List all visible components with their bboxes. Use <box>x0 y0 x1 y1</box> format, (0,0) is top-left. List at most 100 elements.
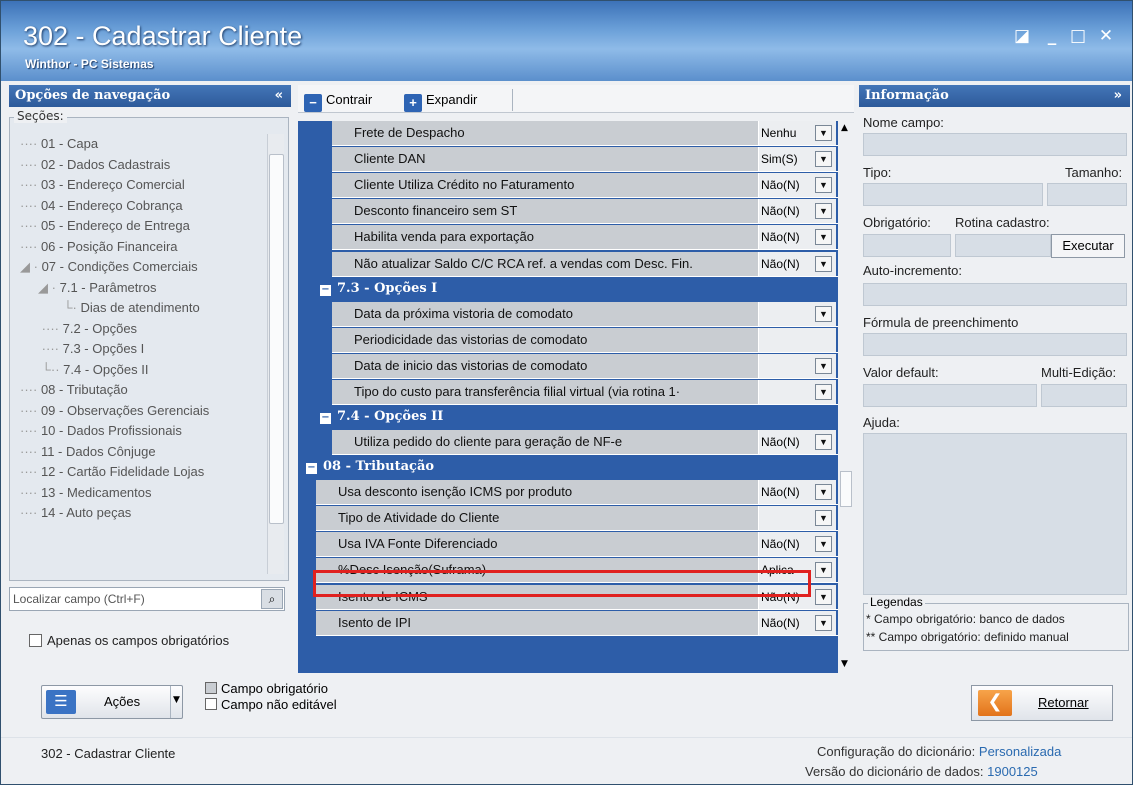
grid-row[interactable]: Tipo de Atividade do Cliente ▼ <box>298 506 838 532</box>
tree-item[interactable]: ···· 01 - Capa <box>20 134 268 155</box>
dropdown-arrow-icon[interactable]: ▼ <box>815 434 832 450</box>
section-header[interactable]: −7.4 - Opções II <box>298 406 838 428</box>
collapse-section-icon[interactable]: − <box>306 463 317 475</box>
checkbox-box[interactable] <box>29 634 42 647</box>
dropdown-arrow-icon[interactable]: ▼ <box>815 510 832 527</box>
row-value[interactable]: Não(N) ▼ <box>758 610 836 635</box>
actions-dropdown-icon[interactable]: ▼ <box>170 686 182 718</box>
grid-row[interactable]: Habilita venda para exportação Não(N) ▼ <box>298 225 838 251</box>
tree-item[interactable]: ···· 7.3 - Opções I <box>20 339 268 360</box>
collapse-section-icon[interactable]: − <box>320 284 331 296</box>
scroll-up-icon[interactable]: ▲ <box>841 123 848 133</box>
dropdown-arrow-icon[interactable]: ▼ <box>815 177 832 194</box>
grid-row[interactable]: Desconto financeiro sem ST Não(N) ▼ <box>298 199 838 225</box>
expand-info-icon[interactable]: » <box>1114 85 1122 107</box>
tree-item[interactable]: ···· 13 - Medicamentos <box>20 483 268 504</box>
grid-row[interactable]: Isento de IPI Não(N) ▼ <box>298 610 838 636</box>
row-value[interactable]: Não(N) ▼ <box>758 251 836 276</box>
tree-item[interactable]: ···· 03 - Endereço Comercial <box>20 175 268 196</box>
tree-item[interactable]: ···· 10 - Dados Profissionais <box>20 421 268 442</box>
row-label: Usa desconto isenção ICMS por produto <box>338 484 573 500</box>
grid-scrollbar[interactable]: ▲ ▼ <box>838 121 854 673</box>
row-value[interactable]: Sim(S) ▼ <box>758 147 836 172</box>
dropdown-arrow-icon[interactable]: ▼ <box>815 229 832 246</box>
tree-connector: ···· <box>20 341 59 356</box>
row-value[interactable]: Não(N) ▼ <box>758 173 836 198</box>
tree-item[interactable]: └·· 7.4 - Opções II <box>20 360 268 381</box>
row-value[interactable]: Nenhu ▼ <box>758 121 836 145</box>
dropdown-arrow-icon[interactable]: ▼ <box>815 484 832 501</box>
grid-row[interactable]: Cliente Utiliza Crédito no Faturamento Nã… <box>298 173 838 199</box>
row-indent <box>298 610 316 636</box>
row-value[interactable]: Não(N) ▼ <box>758 480 836 505</box>
required-label: Obrigatório: <box>863 215 931 230</box>
dropdown-arrow-icon[interactable]: ▼ <box>815 125 832 141</box>
dropdown-arrow-icon[interactable]: ▼ <box>815 536 832 553</box>
tree-item[interactable]: ◢ · 7.1 - Parâmetros <box>20 278 268 299</box>
dropdown-arrow-icon[interactable]: ▼ <box>815 255 832 272</box>
row-value[interactable]: ▼ <box>758 353 836 378</box>
tree-item[interactable]: ···· 06 - Posição Financeira <box>20 237 268 258</box>
tree-item[interactable]: ···· 05 - Endereço de Entrega <box>20 216 268 237</box>
dropdown-arrow-icon[interactable]: ▼ <box>815 588 832 605</box>
grid-row[interactable]: Usa IVA Fonte Diferenciado Não(N) ▼ <box>298 532 838 558</box>
row-value[interactable]: Não(N) ▼ <box>758 532 836 557</box>
tree-item[interactable]: ···· 02 - Dados Cadastrais <box>20 155 268 176</box>
grid-row[interactable]: Data de inicio das vistorias de comodato… <box>298 353 838 379</box>
tree-item[interactable]: └· Dias de atendimento <box>20 298 268 319</box>
collapse-nav-icon[interactable]: « <box>275 85 283 107</box>
maximize-button[interactable]: □ <box>1067 25 1089 47</box>
execute-button[interactable]: Executar <box>1051 234 1125 258</box>
grid-row[interactable]: Usa desconto isenção ICMS por produto Não… <box>298 480 838 506</box>
dropdown-arrow-icon[interactable]: ▼ <box>815 203 832 220</box>
grid-row[interactable]: Data da próxima vistoria de comodato ▼ <box>298 301 838 327</box>
section-header[interactable]: −08 - Tributação <box>298 456 838 478</box>
tree-scroll-thumb[interactable] <box>269 154 284 524</box>
dropdown-arrow-icon[interactable]: ▼ <box>815 151 832 168</box>
search-icon[interactable]: ⌕ <box>261 589 283 609</box>
tree-item-label: 7.1 - Parâmetros <box>59 279 157 295</box>
restore-icon[interactable]: ◪ <box>1011 25 1033 47</box>
dropdown-arrow-icon[interactable]: ▼ <box>815 562 832 579</box>
row-value[interactable]: Não(N) ▼ <box>758 225 836 250</box>
actions-button[interactable]: ☰ Ações ▼ <box>41 685 183 719</box>
row-value[interactable]: ▼ <box>758 506 836 531</box>
collapse-section-icon[interactable]: − <box>320 413 331 424</box>
grid-scroll-thumb[interactable] <box>840 471 852 507</box>
grid-row[interactable]: Periodicidade das vistorias de comodato <box>298 327 838 353</box>
row-value[interactable]: Não(N) ▼ <box>758 430 836 454</box>
legend-group: Legendas * Campo obrigatório: banco de d… <box>863 595 1129 651</box>
close-button[interactable]: ✕ <box>1095 25 1117 47</box>
expand-button[interactable]: + Expandir <box>404 90 477 112</box>
tree-item[interactable]: ···· 08 - Tributação <box>20 380 268 401</box>
minimize-button[interactable]: _ <box>1041 25 1063 47</box>
row-value[interactable]: ▼ <box>758 301 836 326</box>
only-required-checkbox[interactable]: Apenas os campos obrigatórios <box>29 633 229 648</box>
dropdown-arrow-icon[interactable]: ▼ <box>815 383 832 400</box>
row-indent <box>298 379 332 405</box>
tree-item[interactable]: ···· 14 - Auto peças <box>20 503 268 524</box>
scroll-down-icon[interactable]: ▼ <box>841 659 848 669</box>
grid-row[interactable]: Cliente DAN Sim(S) ▼ <box>298 147 838 173</box>
grid-row[interactable]: Frete de Despacho Nenhu ▼ <box>298 121 838 146</box>
dropdown-arrow-icon[interactable]: ▼ <box>815 305 832 322</box>
row-value[interactable]: Não(N) ▼ <box>758 199 836 224</box>
dropdown-arrow-icon[interactable]: ▼ <box>815 614 832 631</box>
grid-row[interactable]: Não atualizar Saldo C/C RCA ref. a venda… <box>298 251 838 277</box>
tree-item[interactable]: ···· 09 - Observações Gerenciais <box>20 401 268 422</box>
tree-item[interactable]: ···· 7.2 - Opções <box>20 319 268 340</box>
search-field[interactable]: Localizar campo (Ctrl+F) ⌕ <box>9 587 285 611</box>
row-value[interactable] <box>758 327 836 352</box>
tree-item[interactable]: ···· 11 - Dados Cônjuge <box>20 442 268 463</box>
tree-scrollbar[interactable] <box>267 134 284 574</box>
row-value[interactable]: ▼ <box>758 379 836 404</box>
grid-row[interactable]: Utiliza pedido do cliente para geração d… <box>298 430 838 455</box>
grid-row[interactable]: Tipo do custo para transferência filial … <box>298 379 838 405</box>
return-button[interactable]: ❮ Retornar <box>971 685 1113 721</box>
tree-item[interactable]: ◢ · 07 - Condições Comerciais <box>20 257 268 278</box>
collapse-button[interactable]: − Contrair <box>304 90 372 112</box>
tree-item[interactable]: ···· 04 - Endereço Cobrança <box>20 196 268 217</box>
tree-item[interactable]: ···· 12 - Cartão Fidelidade Lojas <box>20 462 268 483</box>
dropdown-arrow-icon[interactable]: ▼ <box>815 357 832 374</box>
section-header[interactable]: −7.3 - Opções I <box>298 278 838 300</box>
